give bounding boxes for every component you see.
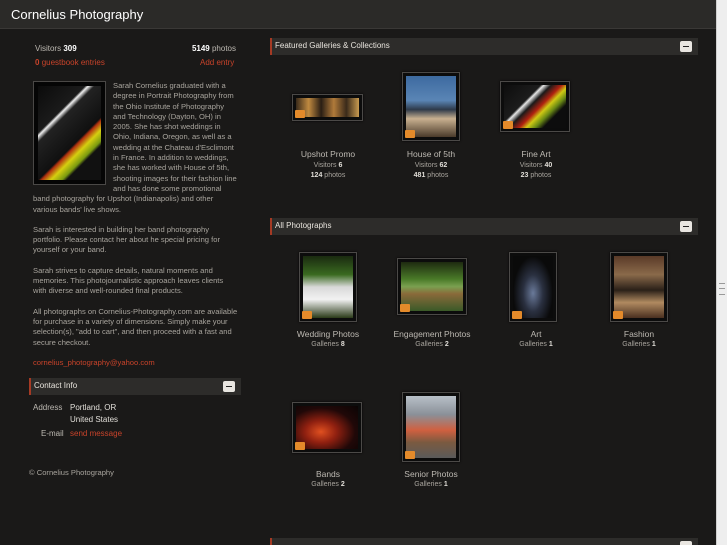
category-art[interactable]: Art Galleries 1 xyxy=(496,250,576,350)
gallery-fine-art[interactable]: Fine Art Visitors 40 23 photos xyxy=(496,70,576,185)
collapse-icon[interactable] xyxy=(680,221,692,232)
all-photographs-header: All Photographs xyxy=(270,218,698,235)
photos-label: photos xyxy=(530,172,552,179)
gallery-thumbnail[interactable] xyxy=(292,94,363,121)
visitors-count: 62 xyxy=(439,162,448,169)
gallery-thumbnail[interactable] xyxy=(500,81,570,132)
scrollbar-grip[interactable] xyxy=(719,283,725,295)
category-fashion[interactable]: Fashion Galleries 1 xyxy=(599,250,679,350)
collapse-icon[interactable] xyxy=(223,381,235,392)
featured-galleries-title: Featured Galleries & Collections xyxy=(275,41,390,50)
visitors-label: Visitors xyxy=(313,162,337,169)
galleries-label: Galleries xyxy=(415,341,443,348)
vertical-scrollbar[interactable] xyxy=(716,0,727,545)
visitors-stat: Visitors 309 xyxy=(35,44,77,53)
gallery-icon xyxy=(295,442,305,450)
featured-galleries-header: Featured Galleries & Collections xyxy=(270,38,698,55)
galleries-label: Galleries xyxy=(622,341,650,348)
visitors-label: Visitors xyxy=(35,44,62,53)
contact-info-header: Contact Info xyxy=(29,378,241,395)
category-title[interactable]: Art xyxy=(496,329,576,339)
photos-count: 124 xyxy=(310,172,323,179)
category-title[interactable]: Wedding Photos xyxy=(288,329,368,339)
photos-count: 481 xyxy=(413,172,426,179)
galleries-count: 2 xyxy=(444,341,449,348)
galleries-label: Galleries xyxy=(414,481,442,488)
galleries-count: 8 xyxy=(340,341,345,348)
photos-stat: 5149 photos xyxy=(188,44,236,53)
address-line-2: United States xyxy=(70,415,119,424)
gallery-house-of-5th[interactable]: House of 5th Visitors 62 481 photos xyxy=(391,70,471,185)
all-photographs-title: All Photographs xyxy=(275,221,332,230)
category-title[interactable]: Senior Photos xyxy=(391,469,471,479)
bio-paragraph-3: Sarah strives to capture details, natura… xyxy=(33,265,224,296)
category-title[interactable]: Engagement Photos xyxy=(391,329,473,339)
gallery-icon xyxy=(503,121,513,129)
top-bar: Cornelius Photography xyxy=(0,0,716,29)
guestbook-count: 0 xyxy=(35,58,40,67)
send-message-link[interactable]: send message xyxy=(70,429,122,438)
photos-count: 5149 xyxy=(191,44,210,53)
category-title[interactable]: Fashion xyxy=(599,329,679,339)
galleries-count: 1 xyxy=(651,341,656,348)
galleries-label: Galleries xyxy=(311,341,339,348)
next-section-header xyxy=(270,538,698,545)
bio-text: Sarah Cornelius graduated with a degree … xyxy=(33,81,238,378)
gallery-title[interactable]: House of 5th xyxy=(391,149,471,159)
galleries-label: Galleries xyxy=(519,341,547,348)
gallery-icon xyxy=(295,110,305,118)
category-thumbnail[interactable] xyxy=(509,252,557,322)
galleries-count: 1 xyxy=(548,341,553,348)
gallery-icon xyxy=(400,304,410,312)
guestbook-entries-link[interactable]: 0 guestbook entries xyxy=(35,58,105,67)
category-bands[interactable]: Bands Galleries 2 xyxy=(288,390,368,490)
collapse-icon[interactable] xyxy=(680,541,692,545)
galleries-label: Galleries xyxy=(311,481,339,488)
footer-copyright: © Cornelius Photography xyxy=(29,468,114,477)
bio-paragraph-4: All photographs on Cornelius-Photography… xyxy=(33,306,238,347)
category-engagement-photos[interactable]: Engagement Photos Galleries 2 xyxy=(391,250,473,350)
category-thumbnail[interactable] xyxy=(299,252,357,322)
visitors-label: Visitors xyxy=(414,162,438,169)
gallery-icon xyxy=(302,311,312,319)
gallery-icon xyxy=(405,451,415,459)
gallery-icon xyxy=(512,311,522,319)
address-label: Address xyxy=(33,403,63,412)
visitors-count: 309 xyxy=(63,44,77,53)
galleries-count: 2 xyxy=(340,481,345,488)
visitors-count: 40 xyxy=(544,162,553,169)
email-label: E-mail xyxy=(41,429,64,438)
photos-label: photos xyxy=(427,172,449,179)
gallery-icon xyxy=(405,130,415,138)
bio-email-link[interactable]: cornelius_photography@yahoo.com xyxy=(33,358,238,368)
guestbook-label: guestbook entries xyxy=(41,58,105,67)
category-senior-photos[interactable]: Senior Photos Galleries 1 xyxy=(391,390,471,490)
gallery-icon xyxy=(613,311,623,319)
gallery-thumbnail[interactable] xyxy=(402,72,460,141)
category-thumbnail[interactable] xyxy=(292,402,362,453)
address-line-1: Portland, OR xyxy=(70,403,117,412)
collapse-icon[interactable] xyxy=(680,41,692,52)
photos-label: photos xyxy=(211,44,236,53)
site-title[interactable]: Cornelius Photography xyxy=(11,7,143,22)
category-thumbnail[interactable] xyxy=(397,258,467,315)
gallery-title[interactable]: Fine Art xyxy=(496,149,576,159)
category-thumbnail[interactable] xyxy=(610,252,668,322)
bio-paragraph-2: Sarah is interested in building her band… xyxy=(33,224,220,255)
photos-count: 23 xyxy=(520,172,529,179)
visitors-count: 6 xyxy=(338,162,343,169)
galleries-count: 1 xyxy=(443,481,448,488)
category-title[interactable]: Bands xyxy=(288,469,368,479)
gallery-title[interactable]: Upshot Promo xyxy=(288,149,368,159)
photos-label: photos xyxy=(324,172,346,179)
gallery-upshot-promo[interactable]: Upshot Promo Visitors 6 124 photos xyxy=(288,70,368,185)
add-entry-link[interactable]: Add entry xyxy=(200,58,234,67)
contact-info-title: Contact Info xyxy=(34,381,78,390)
visitors-label: Visitors xyxy=(519,162,543,169)
category-thumbnail[interactable] xyxy=(402,392,460,462)
category-wedding-photos[interactable]: Wedding Photos Galleries 8 xyxy=(288,250,368,350)
